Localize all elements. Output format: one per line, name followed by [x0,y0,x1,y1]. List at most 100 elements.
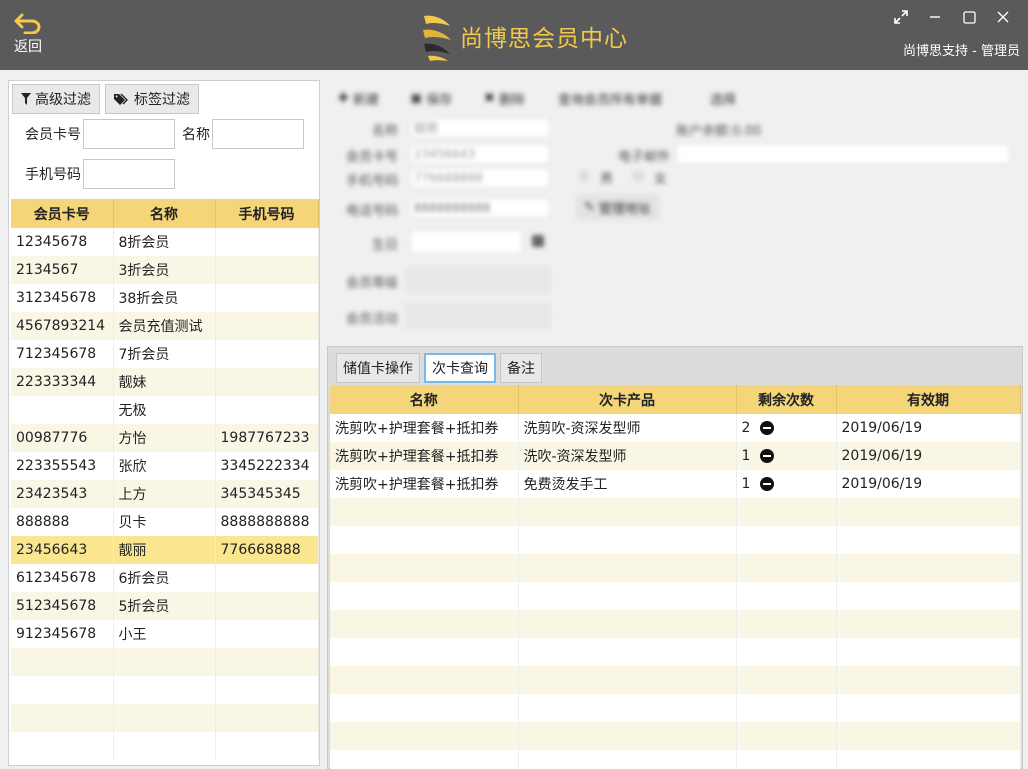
table-row[interactable]: 洗剪吹+护理套餐+抵扣券 洗剪吹-资深发型师 2 2019/06/19 [330,414,1021,442]
name-input[interactable] [212,119,304,149]
table-row[interactable]: 12345678 8折会员 [11,228,319,256]
form-tel-field[interactable]: 8888888888 [410,198,550,218]
table-row[interactable]: 312345678 38折会员 [11,284,319,312]
cell-package [330,554,519,582]
cell-phone [215,340,319,368]
cell-phone [215,396,319,424]
cell-card-number [11,648,114,676]
select-label: 选择 [710,92,737,108]
edit-icon: ✎ [584,199,595,215]
form-birthday-field[interactable] [410,230,522,254]
cell-product [518,554,737,582]
column-header-remaining[interactable]: 剩余次数 [736,385,837,414]
form-name-field[interactable]: 靓丽 [410,118,550,138]
minus-circle-icon[interactable] [760,477,775,491]
table-row[interactable]: 00987776 方怡 1987767233 [11,424,319,452]
phone-input[interactable] [83,159,175,189]
delete-button[interactable]: ✖ 删除 [484,86,525,110]
new-button[interactable]: ✚ 新建 [338,86,379,110]
column-header-name[interactable]: 名称 [113,199,216,228]
member-table-header: 会员卡号 名称 手机号码 [11,199,319,228]
cell-phone [215,732,319,760]
cell-remaining: 1 [736,470,837,498]
table-row[interactable]: 4567893214 会员充值测试 [11,312,319,340]
app-title: 尚博思会员中心 [460,26,628,52]
window-controls [884,6,1020,28]
column-header-expiry[interactable]: 有效期 [836,385,1021,414]
maximize-button[interactable] [952,6,986,28]
minus-circle-icon[interactable] [760,449,775,463]
column-header-card[interactable]: 会员卡号 [11,199,114,228]
form-card-field[interactable]: 23456643 [410,144,550,164]
empty-row [330,554,1021,582]
cell-remaining: 1 [736,442,837,470]
table-row[interactable]: 无极 [11,396,319,424]
female-radio[interactable] [632,170,644,182]
table-row[interactable]: 612345678 6折会员 [11,564,319,592]
save-button[interactable]: ▣ 保存 [410,86,452,110]
table-row[interactable]: 2134567 3折会员 [11,256,319,284]
cell-card-number: 612345678 [11,564,114,592]
cell-package [330,666,519,694]
advanced-filter-button[interactable]: 高级过滤 [12,84,100,114]
cell-card-number: 00987776 [11,424,114,452]
cell-phone [215,368,319,396]
male-radio[interactable] [578,170,590,182]
plus-icon: ✚ [338,90,349,106]
query-orders-button[interactable]: 查询会员所有单据 [558,86,662,110]
cell-name: 无极 [113,396,216,424]
cell-expiry: 2019/06/19 [836,414,1021,442]
manage-address-button[interactable]: ✎ 管理地址 [576,194,659,220]
table-row[interactable]: 洗剪吹+护理套餐+抵扣券 免费烫发手工 1 2019/06/19 [330,470,1021,498]
brand: 尚博思会员中心 [420,10,628,62]
table-row[interactable]: 888888 贝卡 8888888888 [11,508,319,536]
cell-card-number: 912345678 [11,620,114,648]
form-email-field[interactable] [676,144,1010,164]
member-table: 会员卡号 名称 手机号码 12345678 8折会员 2134567 3折会员 3123… [11,199,319,760]
tab-notes[interactable]: 备注 [500,353,542,383]
cell-expiry [836,610,1021,638]
member-activity-select[interactable] [406,304,550,328]
empty-row [330,750,1021,769]
table-row[interactable]: 712345678 7折会员 [11,340,319,368]
column-header-product[interactable]: 次卡产品 [518,385,737,414]
table-row[interactable]: 23456643 靓丽 776668888 [11,536,319,564]
cell-remaining [736,526,837,554]
minimize-button[interactable] [918,6,952,28]
cell-product: 免费烫发手工 [518,470,737,498]
minus-circle-icon[interactable] [760,421,775,435]
table-row[interactable]: 512345678 5折会员 [11,592,319,620]
table-row[interactable]: 223333344 靓妹 [11,368,319,396]
close-button[interactable] [986,6,1020,28]
count-card-header: 名称 次卡产品 剩余次数 有效期 [330,385,1021,414]
column-header-phone[interactable]: 手机号码 [215,199,319,228]
member-level-select[interactable] [406,268,550,292]
empty-row [11,732,319,760]
table-row[interactable]: 912345678 小王 [11,620,319,648]
member-detail-form: ✚ 新建 ▣ 保存 ✖ 删除 查询会员所有单据 选择 名称 靓丽 会员卡号 23… [320,72,1028,342]
cell-card-number [11,732,114,760]
card-number-input[interactable] [83,119,175,149]
cell-name: 7折会员 [113,340,216,368]
tab-stored-value[interactable]: 储值卡操作 [336,353,420,383]
cell-phone [215,620,319,648]
back-button[interactable]: 返回 [8,12,48,56]
calendar-icon[interactable] [532,235,544,247]
cell-card-number: 2134567 [11,256,114,284]
table-row[interactable]: 洗剪吹+护理套餐+抵扣券 洗吹-资深发型师 1 2019/06/19 [330,442,1021,470]
table-row[interactable]: 223355543 张欣 3345222334 [11,452,319,480]
tag-filter-button[interactable]: 标签过滤 [105,84,199,114]
cell-phone [215,256,319,284]
name-label: 名称 [182,127,210,143]
empty-row [330,722,1021,750]
column-header-package[interactable]: 名称 [330,385,519,414]
fullscreen-button[interactable] [884,6,918,28]
form-activity-label: 会员活动 [345,312,398,327]
tab-count-card-query[interactable]: 次卡查询 [424,353,496,383]
table-row[interactable]: 23423543 上方 345345345 [11,480,319,508]
cell-remaining [736,498,837,526]
select-button[interactable]: 选择 [710,86,736,110]
form-phone-field[interactable]: 776668888 [410,168,550,188]
cell-product [518,582,737,610]
cell-product: 洗剪吹-资深发型师 [518,414,737,442]
